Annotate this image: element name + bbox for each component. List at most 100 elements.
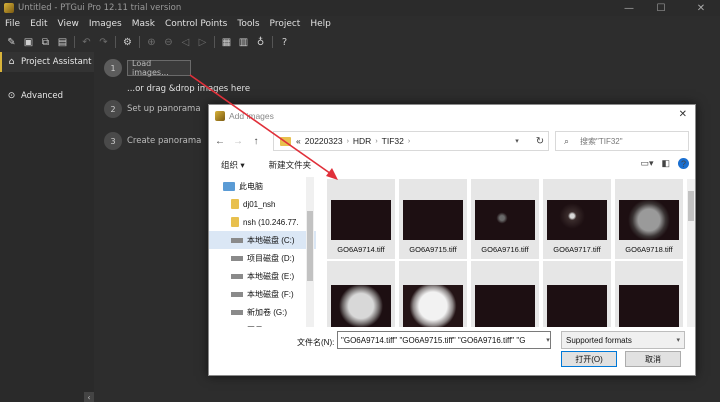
file-tile[interactable] [399, 261, 467, 327]
menu-item-tools[interactable]: Tools [232, 19, 264, 29]
drive-icon [231, 309, 243, 315]
tree-item-label: 项目磁盘 (D:) [247, 253, 295, 263]
file-tile[interactable] [543, 261, 611, 327]
collapse-sidebar-button[interactable]: ‹ [84, 392, 94, 402]
open-button[interactable]: 打开(O) [561, 351, 617, 367]
copy-icon[interactable]: ⧉ [39, 35, 53, 49]
help-icon[interactable]: ? [278, 35, 292, 49]
file-name: GO6A9717.tiff [553, 245, 601, 254]
file-thumbnail [403, 285, 463, 327]
search-input[interactable]: ⌕ 搜索"TIF32" [555, 131, 689, 151]
edit-icon[interactable]: ▣ [22, 35, 36, 49]
computer-icon [223, 181, 235, 191]
file-tile[interactable]: GO6A9714.tiff [327, 179, 395, 259]
breadcrumb-separator: › [375, 137, 378, 145]
title-bar: Untitled - PTGui Pro 12.11 trial version [0, 0, 720, 16]
new-folder-button[interactable]: 新建文件夹 [269, 159, 312, 171]
drive-icon [231, 255, 243, 261]
undo-icon[interactable]: ↶ [80, 35, 94, 49]
filename-dropdown-icon[interactable]: ▾ [543, 331, 553, 349]
tree-item[interactable]: 此电脑 [209, 177, 316, 195]
drive-icon [231, 291, 243, 297]
window-title: Untitled - PTGui Pro 12.11 trial version [18, 3, 182, 13]
file-thumbnail [475, 200, 535, 240]
close-button[interactable]: ✕ [688, 0, 714, 16]
tree-item[interactable]: nsh (10.246.77. [209, 213, 316, 231]
breadcrumb-segment[interactable]: 20220323 [305, 136, 343, 146]
address-bar[interactable]: « 20220323 › HDR › TIF32 › [273, 131, 549, 151]
menu-item-images[interactable]: Images [84, 19, 127, 29]
file-tile[interactable] [615, 261, 683, 327]
filename-label: 文件名(N): [297, 338, 335, 347]
dialog-title: Add images [229, 111, 274, 121]
drag-drop-hint: ...or drag &drop images here [127, 84, 251, 94]
grid-scrollbar[interactable] [687, 179, 695, 327]
dialog-close-button[interactable]: ✕ [679, 109, 687, 120]
sidebar-item-project-assistant[interactable]: ⌂ Project Assistant [0, 52, 94, 72]
grid-icon[interactable]: ▥ [237, 35, 251, 49]
bulb-icon[interactable]: ♁ [254, 35, 268, 49]
breadcrumb-segment[interactable]: TIF32 [382, 136, 404, 146]
file-name: GO6A9718.tiff [625, 245, 673, 254]
tree-item[interactable]: 网易 (M:) [209, 321, 316, 328]
tree-item-label: 本地磁盘 (C:) [247, 235, 295, 245]
tree-item[interactable]: 项目磁盘 (D:) [209, 249, 316, 267]
gear-icon[interactable]: ⚙ [121, 35, 135, 49]
file-tile[interactable]: GO6A9716.tiff [471, 179, 539, 259]
file-tile[interactable]: GO6A9718.tiff [615, 179, 683, 259]
menu-item-control-points[interactable]: Control Points [160, 19, 232, 29]
cancel-button[interactable]: 取消 [625, 351, 681, 367]
menu-item-project[interactable]: Project [265, 19, 306, 29]
minimize-button[interactable]: — [616, 0, 642, 16]
menu-item-edit[interactable]: Edit [25, 19, 52, 29]
home-icon: ⌂ [8, 57, 15, 67]
filename-field[interactable]: "GO6A9714.tiff" "GO6A9715.tiff" "GO6A971… [337, 331, 551, 349]
ptgui-window: Untitled - PTGui Pro 12.11 trial version… [0, 0, 720, 402]
panorama-editor-icon[interactable]: ▦ [220, 35, 234, 49]
sidebar-item-label: Project Assistant [21, 57, 92, 67]
file-tile[interactable] [471, 261, 539, 327]
file-name: GO6A9716.tiff [481, 245, 529, 254]
load-images-button[interactable]: Load images... [127, 59, 191, 77]
file-type-value: Supported formats [566, 335, 632, 345]
save-icon[interactable]: ▤ [56, 35, 70, 49]
file-tile[interactable]: GO6A9715.tiff [399, 179, 467, 259]
forward-icon[interactable]: ▷ [196, 35, 210, 49]
tree-item[interactable]: 本地磁盘 (C:) [209, 231, 316, 249]
dialog-title-bar: Add images [209, 105, 695, 127]
chevron-down-icon: ▾ [676, 337, 680, 344]
sidebar: ⌂ Project Assistant ⊙ Advanced ‹ [0, 52, 94, 402]
maximize-button[interactable]: ☐ [648, 0, 674, 16]
zoom-in-icon[interactable]: ⊕ [145, 35, 159, 49]
file-tile[interactable]: GO6A9717.tiff [543, 179, 611, 259]
menu-item-help[interactable]: Help [305, 19, 336, 29]
tree-item[interactable]: dj01_nsh [209, 195, 316, 213]
new-icon[interactable]: ✎ [5, 35, 19, 49]
zoom-out-icon[interactable]: ⊖ [162, 35, 176, 49]
view-options-icon[interactable]: ▭▾ [640, 158, 653, 169]
file-type-select[interactable]: Supported formats ▾ [561, 331, 685, 349]
organize-menu[interactable]: 组织 ▾ [221, 159, 245, 171]
tree-scrollbar[interactable] [306, 177, 314, 327]
menu-item-file[interactable]: File [0, 19, 25, 29]
redo-icon[interactable]: ↷ [97, 35, 111, 49]
help-icon[interactable]: ? [678, 158, 689, 169]
refresh-icon[interactable]: ↻ [531, 131, 549, 151]
preview-pane-icon[interactable]: ◧ [661, 158, 670, 169]
tree-item[interactable]: 新加卷 (G:) [209, 303, 316, 321]
up-arrow-icon[interactable]: ↑ [249, 134, 263, 148]
sidebar-item-advanced[interactable]: ⊙ Advanced [0, 86, 94, 106]
tree-item[interactable]: 本地磁盘 (F:) [209, 285, 316, 303]
file-tile[interactable] [327, 261, 395, 327]
address-dropdown-icon[interactable]: ▾ [509, 131, 525, 151]
menu-item-view[interactable]: View [53, 19, 84, 29]
back-arrow-icon[interactable]: ← [213, 134, 227, 148]
menu-item-mask[interactable]: Mask [127, 19, 160, 29]
setup-panorama-label: Set up panorama [127, 104, 201, 114]
step-2-badge: 2 [104, 100, 122, 118]
file-thumbnail [475, 285, 535, 327]
tree-item[interactable]: 本地磁盘 (E:) [209, 267, 316, 285]
rewind-icon[interactable]: ◁ [179, 35, 193, 49]
breadcrumb-segment[interactable]: HDR [353, 136, 371, 146]
forward-arrow-icon[interactable]: → [231, 134, 245, 148]
